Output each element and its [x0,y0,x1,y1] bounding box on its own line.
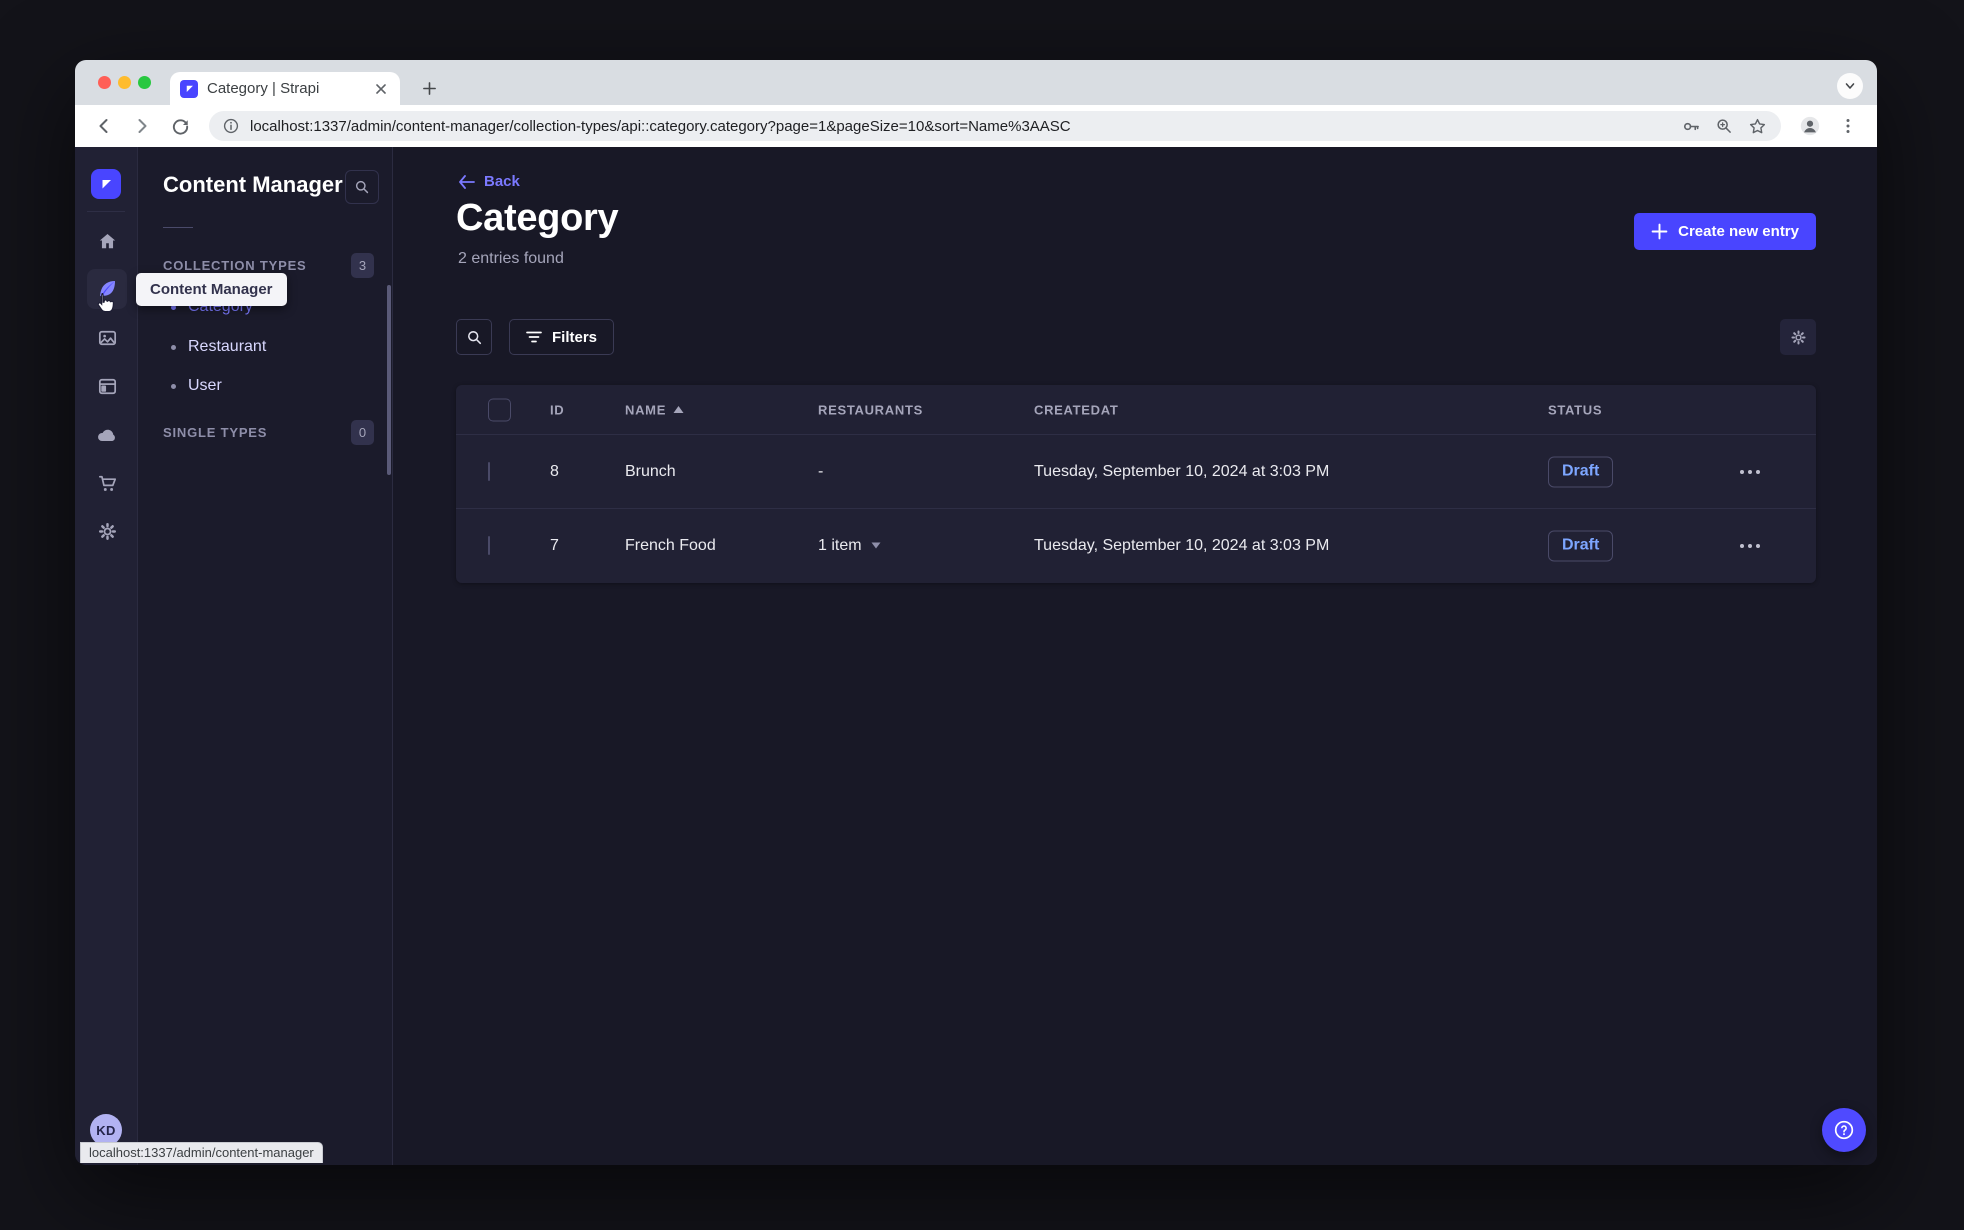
tab-search-chevron-icon[interactable] [1837,73,1863,99]
tab-strip: Category | Strapi [75,60,1877,105]
address-bar[interactable]: localhost:1337/admin/content-manager/col… [209,111,1781,141]
row-checkbox[interactable] [488,535,490,555]
main-content: Back Category 2 entries found Create new… [393,147,1877,1165]
page-title: Category [456,197,619,239]
back-button[interactable] [89,111,119,141]
tab-close-icon[interactable] [372,80,390,98]
subnav-scrollbar[interactable] [387,285,391,475]
select-all-checkbox[interactable] [488,398,511,421]
media-library-icon[interactable] [87,317,127,357]
subnav-search-button[interactable] [345,170,379,204]
back-label: Back [484,173,520,190]
table-row[interactable]: 7 French Food 1 item Tuesday, September … [456,508,1816,582]
row-actions-button[interactable] [1740,543,1760,548]
bullet-icon [171,344,176,350]
sort-asc-icon [673,406,684,413]
browser-window: Category | Strapi localhost:1337/admin/c… [75,60,1877,1165]
status-badge: Draft [1548,456,1614,487]
entries-count: 2 entries found [458,250,564,267]
table-settings-button[interactable] [1780,319,1816,355]
close-window-button[interactable] [98,76,111,89]
filters-button[interactable]: Filters [509,319,615,355]
table-row[interactable]: 8 Brunch - Tuesday, September 10, 2024 a… [456,434,1816,508]
row-checkbox[interactable] [488,461,490,481]
zoom-window-button[interactable] [138,76,151,89]
table-toolbar: Filters [456,319,1816,355]
marketplace-cart-icon[interactable] [87,463,127,503]
home-icon[interactable] [87,221,127,261]
site-info-icon[interactable] [223,118,239,134]
subnav-item-restaurant[interactable]: Restaurant [163,327,374,367]
browser-profile-icon[interactable] [1795,111,1825,141]
single-types-section: SINGLE TYPES 0 [163,420,374,445]
plus-icon [1651,223,1668,240]
help-button[interactable] [1822,1108,1866,1152]
table-search-button[interactable] [456,319,492,355]
collection-types-count-badge: 3 [351,253,374,278]
create-new-entry-label: Create new entry [1678,223,1799,240]
header-name-label: NAME [625,402,667,417]
question-mark-icon [1834,1120,1854,1140]
arrow-left-icon [459,174,475,189]
cell-createdat: Tuesday, September 10, 2024 at 3:03 PM [1034,536,1330,554]
filter-icon [526,331,542,343]
strapi-favicon [180,79,198,98]
bullet-icon [171,383,176,389]
back-link[interactable]: Back [458,173,520,190]
url-text: localhost:1337/admin/content-manager/col… [250,117,1071,135]
subnav-item-label: User [188,377,222,394]
cell-id: 8 [550,462,559,480]
browser-menu-icon[interactable] [1833,111,1863,141]
nav-tooltip: Content Manager [136,273,287,306]
window-controls [98,60,151,105]
subnav-title: Content Manager [163,172,343,197]
expand-caret-icon[interactable] [871,542,881,549]
row-actions-button[interactable] [1740,469,1760,474]
minimize-window-button[interactable] [118,76,131,89]
entries-table: ID NAME RESTAURANTS CREATEDAT STATUS 8 B… [456,385,1816,583]
cell-id: 7 [550,536,559,554]
cell-name: Brunch [625,462,676,480]
content-type-builder-icon[interactable] [87,366,127,406]
header-status[interactable]: STATUS [1548,402,1602,417]
browser-tab[interactable]: Category | Strapi [170,72,400,105]
create-new-entry-button[interactable]: Create new entry [1634,213,1816,250]
subnav-divider [163,227,193,228]
browser-toolbar: localhost:1337/admin/content-manager/col… [75,105,1877,147]
bookmark-star-icon[interactable] [1748,117,1767,136]
status-badge: Draft [1548,530,1614,561]
strapi-logo[interactable] [91,169,121,199]
table-header-row: ID NAME RESTAURANTS CREATEDAT STATUS [456,385,1816,434]
cell-createdat: Tuesday, September 10, 2024 at 3:03 PM [1034,462,1330,480]
cell-name: French Food [625,536,716,554]
forward-button[interactable] [127,111,157,141]
single-types-count-badge: 0 [351,420,374,445]
search-icon [467,330,481,344]
cell-restaurants: 1 item [818,536,862,554]
strapi-admin: KD Content Manager COLLECTION TYPES 3 Ca… [75,147,1877,1165]
nav-divider [87,211,125,212]
password-key-icon[interactable] [1681,117,1700,136]
header-restaurants[interactable]: RESTAURANTS [818,402,923,417]
collection-types-label: COLLECTION TYPES [163,258,307,273]
new-tab-button[interactable] [415,74,443,102]
header-id[interactable]: ID [550,402,564,417]
header-name[interactable]: NAME [625,402,684,417]
settings-gear-icon[interactable] [87,511,127,551]
tab-title: Category | Strapi [207,80,320,97]
subnav-item-user[interactable]: User [163,366,374,406]
link-status-bubble: localhost:1337/admin/content-manager [80,1142,323,1163]
mouse-cursor [93,291,117,322]
reload-button[interactable] [165,111,195,141]
cell-restaurants: - [818,462,824,480]
cloud-deploy-icon[interactable] [87,415,127,455]
gear-icon [1790,329,1806,345]
single-types-label: SINGLE TYPES [163,425,268,440]
header-createdat[interactable]: CREATEDAT [1034,402,1119,417]
filters-label: Filters [552,328,598,346]
subnav-item-label: Restaurant [188,338,267,355]
zoom-page-icon[interactable] [1715,117,1733,136]
